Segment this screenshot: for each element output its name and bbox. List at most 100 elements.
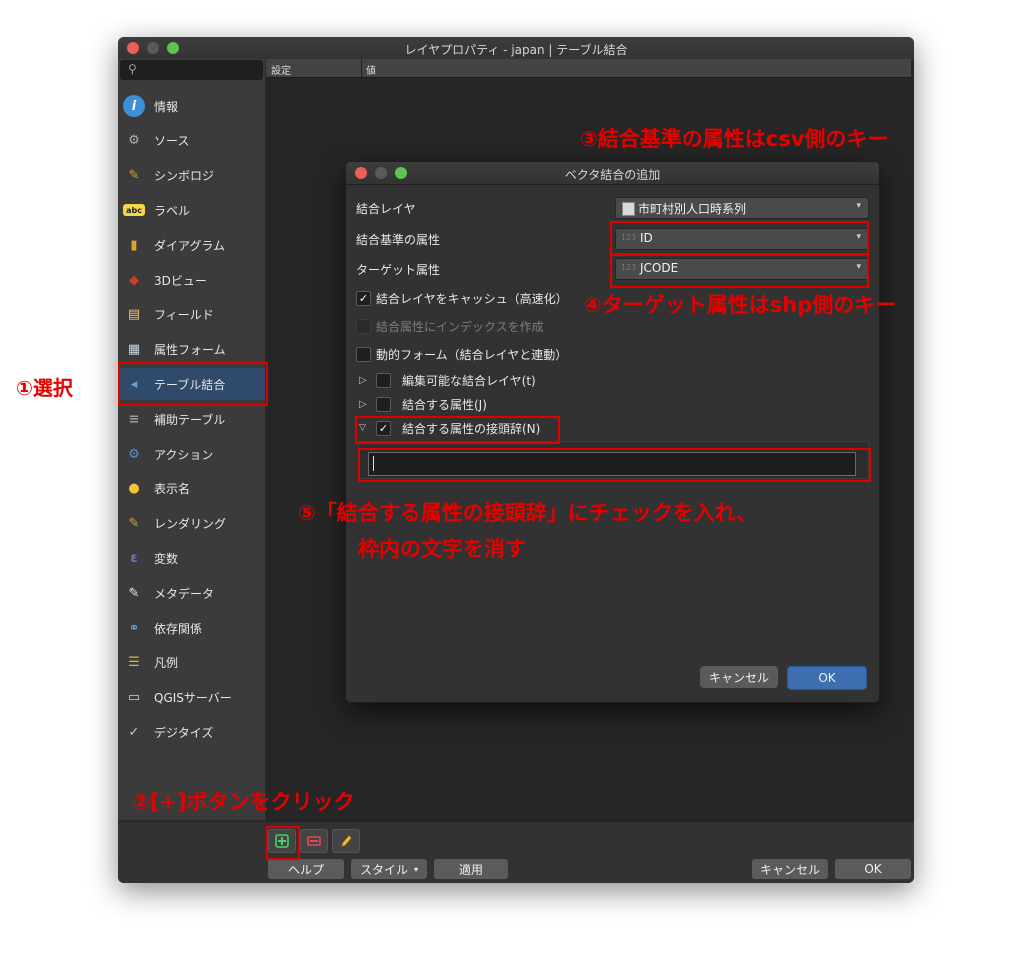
annotation-step1: ①選択 — [16, 376, 73, 400]
cancel-button[interactable]: キャンセル — [752, 859, 828, 879]
sidebar-item-display-speech[interactable]: ● 表示名 — [118, 473, 265, 505]
dependencies-icon: ⚭ — [128, 620, 140, 636]
sidebar-item-fields-table[interactable]: ▤ フィールド — [118, 299, 265, 331]
annotation-step2: ②[+]ボタンをクリック — [132, 790, 355, 814]
joined-fields-label: 結合する属性(J) — [402, 398, 487, 412]
sidebar-item-label: 属性フォーム — [154, 343, 226, 358]
highlight-prefix-input — [358, 448, 871, 482]
dialog-title: ベクタ結合の追加 — [564, 168, 661, 182]
sidebar-item-label: アクション — [154, 447, 214, 462]
cache-checkbox[interactable]: ✓ — [356, 291, 371, 306]
chevron-down-icon: ▾ — [856, 201, 861, 211]
window-titlebar: レイヤプロパティ - japan | テーブル結合 — [118, 37, 914, 60]
highlight-join-tab — [118, 362, 268, 406]
annotation-step5-line1: ⑤「結合する属性の接頭辞」にチェックを入れ、 — [298, 501, 757, 525]
sidebar-item-label: 補助テーブル — [154, 412, 226, 427]
sidebar-item-legend[interactable]: ☰ 凡例 — [118, 647, 265, 679]
join-layer-select[interactable]: 市町村別人口時系列 ▾ — [615, 197, 869, 219]
sidebar-item-diagram[interactable]: ▮ ダイアグラム — [118, 229, 265, 261]
sidebar-item-digitizing[interactable]: ✓ デジタイズ — [118, 716, 265, 748]
highlight-add-button — [266, 826, 300, 860]
tree-header-setting[interactable]: 設定 — [271, 62, 291, 77]
table-layer-icon — [622, 202, 635, 216]
dialog-ok-button[interactable]: OK — [787, 666, 867, 690]
sidebar-item-label: 依存関係 — [154, 621, 203, 636]
sidebar-item-symbology-brush[interactable]: ✎ シンボロジ — [118, 160, 265, 192]
edit-join-button[interactable] — [332, 829, 360, 853]
rendering-brush-icon: ✎ — [128, 516, 140, 532]
variables-icon: ε — [130, 550, 138, 566]
cache-label: 結合レイヤをキャッシュ（高速化） — [376, 292, 568, 306]
sidebar-item-dependencies[interactable]: ⚭ 依存関係 — [118, 612, 265, 644]
dynamic-form-label: 動的フォーム（結合レイヤと連動） — [376, 348, 568, 362]
sidebar-item-3d-cube[interactable]: ◆ 3Dビュー — [118, 264, 265, 296]
sidebar-item-variables[interactable]: ε 変数 — [118, 542, 265, 574]
index-checkbox[interactable] — [356, 319, 371, 334]
sidebar-item-label: フィールド — [154, 308, 214, 323]
sidebar-item-qgis-server[interactable]: ▭ QGISサーバー — [118, 682, 265, 714]
sidebar-item-label-abc[interactable]: abc ラベル — [118, 194, 265, 226]
annotation-step4: ④ターゲット属性はshp側のキー — [584, 293, 897, 317]
apply-button[interactable]: 適用 — [434, 859, 508, 879]
edit-join-pencil-icon — [341, 835, 352, 847]
join-field-label: 結合基準の属性 — [356, 233, 441, 247]
ok-button[interactable]: OK — [835, 859, 911, 879]
dialog-cancel-button[interactable]: キャンセル — [700, 666, 778, 688]
joined-fields-checkbox[interactable] — [376, 397, 391, 412]
3d-cube-icon: ◆ — [129, 272, 139, 288]
target-field-label: ターゲット属性 — [356, 263, 441, 277]
help-button[interactable]: ヘルプ — [268, 859, 344, 879]
editable-join-checkbox[interactable] — [376, 373, 391, 388]
joins-tree-header: 設定 値 — [266, 59, 911, 78]
sidebar-item-label: シンボロジ — [154, 169, 215, 184]
sidebar-item-label: ダイアグラム — [154, 238, 226, 253]
highlight-prefix-checkbox — [355, 416, 560, 444]
sidebar-item-action-gear[interactable]: ⚙ アクション — [118, 438, 265, 470]
metadata-icon: ✎ — [128, 585, 140, 601]
annotation-step5-line2: 枠内の文字を消す — [358, 537, 526, 561]
dialog-titlebar: ベクタ結合の追加 — [346, 162, 879, 185]
editable-join-label: 編集可能な結合レイヤ(t) — [402, 374, 536, 388]
search-icon: ⚲ — [128, 62, 137, 76]
header-divider — [361, 59, 362, 77]
sidebar-item-label: メタデータ — [154, 586, 215, 601]
fields-table-icon: ▤ — [127, 307, 141, 323]
sidebar-item-metadata[interactable]: ✎ メタデータ — [118, 577, 265, 609]
window-title: レイヤプロパティ - japan | テーブル結合 — [404, 43, 628, 57]
remove-join-button[interactable] — [300, 829, 328, 853]
sidebar-item-label: 表示名 — [154, 482, 191, 497]
remove-join-minus-icon — [307, 836, 321, 846]
sidebar-item-auxiliary-storage[interactable]: ≡ 補助テーブル — [118, 403, 265, 435]
highlight-join-field — [610, 221, 869, 255]
sidebar-item-label: 情報 — [154, 99, 179, 114]
highlight-target-field — [610, 254, 869, 288]
annotation-step3: ③結合基準の属性はcsv側のキー — [580, 127, 889, 151]
sidebar-item-rendering-brush[interactable]: ✎ レンダリング — [118, 508, 265, 540]
sidebar-item-attribute-form[interactable]: ▦ 属性フォーム — [118, 334, 265, 366]
info-icon: i — [123, 95, 145, 117]
sidebar-item-label: レンダリング — [154, 517, 227, 532]
expand-triangle-icon[interactable]: ▷ — [359, 375, 367, 386]
join-layer-label: 結合レイヤ — [356, 202, 416, 216]
sidebar-item-label: 3Dビュー — [154, 273, 207, 288]
sidebar-search-input[interactable]: ⚲ — [120, 60, 263, 80]
symbology-brush-icon: ✎ — [128, 168, 140, 184]
digitizing-icon: ✓ — [128, 724, 140, 740]
index-label: 結合属性にインデックスを作成 — [376, 320, 544, 334]
diagram-icon: ▮ — [130, 237, 138, 253]
expand-triangle-icon[interactable]: ▷ — [359, 399, 367, 410]
sidebar-item-label: ソース — [154, 134, 190, 149]
dialog-bottom-bar: ヘルプ スタイル ▾ 適用 キャンセル OK — [118, 821, 914, 883]
auxiliary-storage-icon: ≡ — [128, 411, 140, 427]
sidebar-item-info[interactable]: i 情報 — [118, 90, 265, 122]
tree-header-value[interactable]: 値 — [366, 62, 376, 77]
join-layer-value: 市町村別人口時系列 — [638, 202, 747, 216]
chevron-down-icon: ▾ — [414, 864, 419, 874]
style-button-label: スタイル — [359, 862, 408, 877]
sidebar-item-label: 凡例 — [154, 656, 179, 671]
dynamic-form-checkbox[interactable] — [356, 347, 371, 362]
qgis-server-icon: ▭ — [127, 690, 141, 706]
sidebar-item-source-tools[interactable]: ⚙ ソース — [118, 125, 265, 157]
display-speech-icon: ● — [128, 481, 140, 497]
style-dropdown-button[interactable]: スタイル ▾ — [351, 859, 427, 879]
